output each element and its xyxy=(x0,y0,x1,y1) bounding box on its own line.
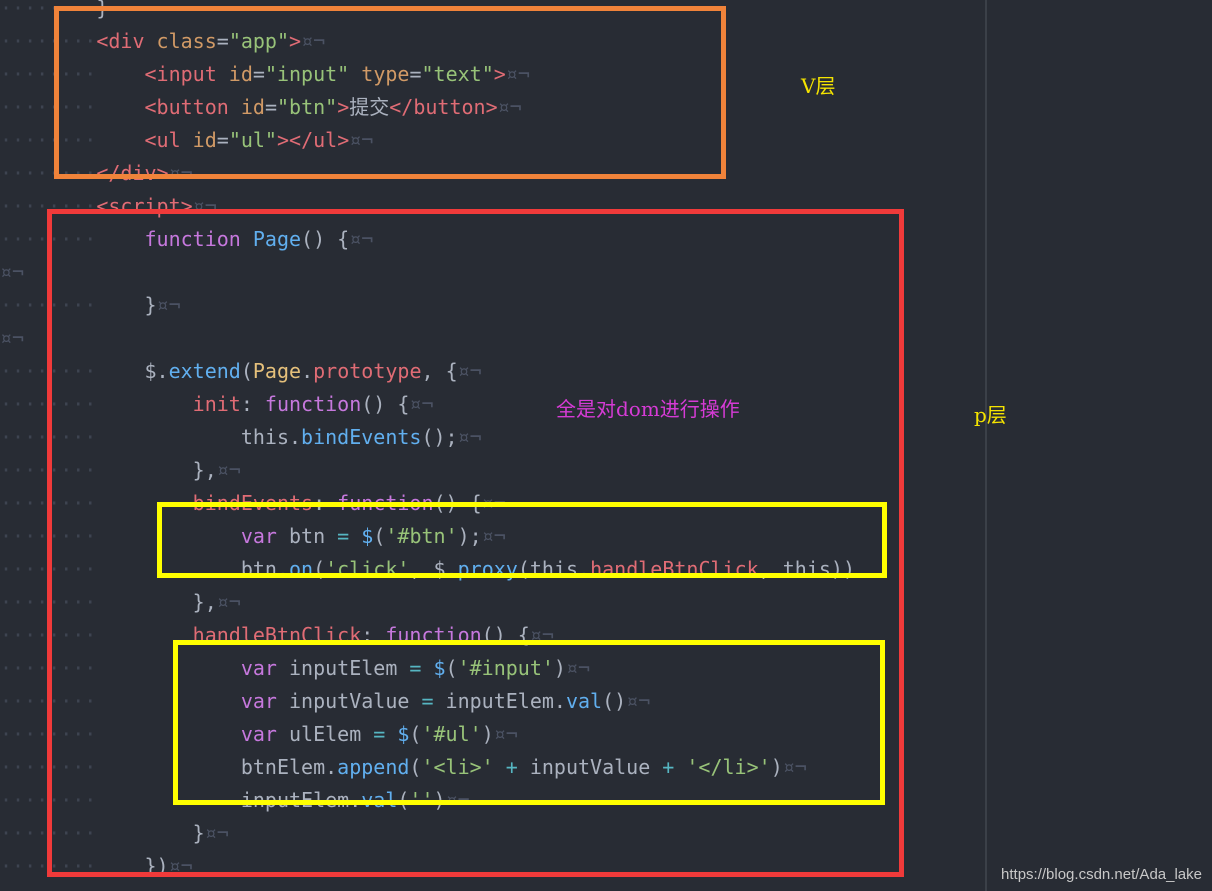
print-margin-line xyxy=(985,0,987,891)
code-line: ¤¬ xyxy=(0,256,24,289)
dom-operation-note: 全是对dom进行操作 xyxy=(556,397,740,421)
bind-events-highlight xyxy=(157,502,887,578)
p-layer-label: p层 xyxy=(974,403,1007,427)
code-token: ¤¬ xyxy=(0,326,25,350)
watermark: https://blog.csdn.net/Ada_lake xyxy=(1001,866,1202,883)
dom-operations-highlight xyxy=(173,640,885,805)
code-line: ¤¬ xyxy=(0,322,24,355)
v-layer-label: V层 xyxy=(801,74,836,98)
code-token: ¤¬ xyxy=(0,260,25,284)
view-layer-box xyxy=(54,6,726,179)
